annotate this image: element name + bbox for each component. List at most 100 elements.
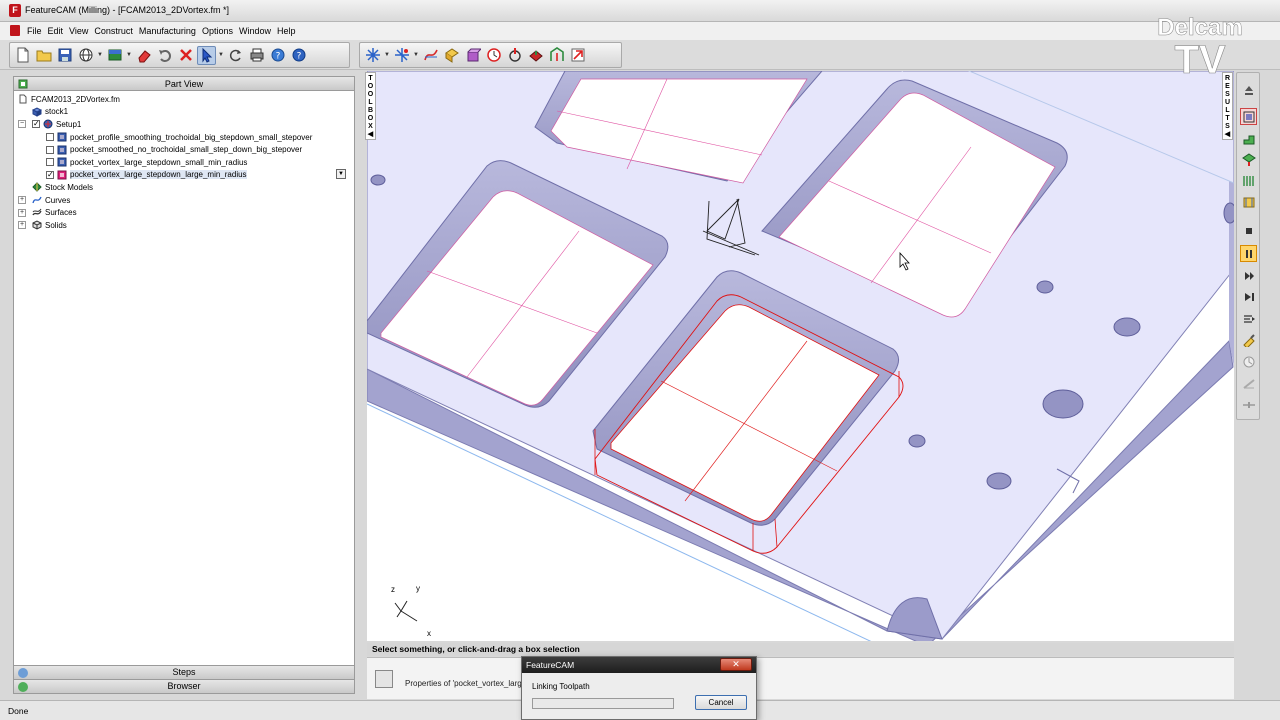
steps-icon <box>18 668 28 678</box>
steps-tab-label: Steps <box>172 667 196 677</box>
cancel-button[interactable]: Cancel <box>695 695 747 710</box>
tree-item-file[interactable]: FCAM2013_2DVortex.fm <box>16 93 352 106</box>
steps-tab[interactable]: Steps <box>14 665 354 679</box>
linking-toolpath-dialog: FeatureCAM ✕ Linking Toolpath Cancel <box>521 656 757 720</box>
feature-icon <box>57 145 67 155</box>
tree-item-solids[interactable]: + Solids <box>16 219 352 232</box>
stop-icon[interactable] <box>1240 222 1257 239</box>
dialog-close-button[interactable]: ✕ <box>720 658 752 671</box>
simulation-2d-icon[interactable] <box>1240 130 1257 147</box>
simulation-3d-icon[interactable] <box>1240 151 1257 168</box>
dialog-title: FeatureCAM <box>526 660 575 670</box>
speed-slider-icon[interactable] <box>1240 396 1257 413</box>
feature-wizard-dropdown-icon[interactable]: ▼ <box>413 46 419 65</box>
skip-end-icon[interactable] <box>1240 288 1257 305</box>
tree-item-setup[interactable]: − ✓ Setup1 <box>16 118 352 131</box>
part-model-view[interactable] <box>367 71 1234 641</box>
expand-icon[interactable]: + <box>18 221 26 230</box>
tool-icon[interactable] <box>1240 331 1257 348</box>
menu-bar: File Edit View Construct Manufacturing O… <box>0 22 1280 40</box>
tree-item-stock-models[interactable]: Stock Models <box>16 181 352 194</box>
globe-dropdown-icon[interactable]: ▼ <box>97 46 103 65</box>
properties-icon[interactable] <box>375 670 393 688</box>
save-icon[interactable] <box>55 46 74 65</box>
menu-construct[interactable]: Construct <box>91 26 136 36</box>
undo-icon[interactable] <box>155 46 174 65</box>
step-forward-icon[interactable] <box>1240 267 1257 284</box>
menu-manufacturing[interactable]: Manufacturing <box>136 26 199 36</box>
centerline-sim-icon[interactable] <box>1240 172 1257 189</box>
toolbox-label: T O O L B O X ◀ <box>367 75 374 138</box>
eraser-icon[interactable] <box>134 46 153 65</box>
centerline-icon[interactable] <box>505 46 524 65</box>
browser-icon <box>18 682 28 692</box>
toolbox-tab[interactable]: T O O L B O X ◀ <box>365 72 376 140</box>
collapse-icon[interactable]: − <box>18 120 26 129</box>
stock-icon[interactable] <box>105 46 124 65</box>
tree-item-surfaces[interactable]: + Surfaces <box>16 206 352 219</box>
export-icon[interactable] <box>568 46 587 65</box>
animate-icon[interactable] <box>484 46 503 65</box>
open-icon[interactable] <box>34 46 53 65</box>
properties-text[interactable]: Properties of 'pocket_vortex_large <box>405 679 526 688</box>
help-context-icon[interactable]: ? <box>268 46 287 65</box>
print-icon[interactable] <box>247 46 266 65</box>
toolpath-sim-icon[interactable] <box>1240 193 1257 210</box>
globe-icon[interactable] <box>76 46 95 65</box>
pause-icon[interactable] <box>1240 245 1257 262</box>
feature-icon <box>57 132 67 142</box>
curves-icon <box>32 196 42 204</box>
menu-help[interactable]: Help <box>274 26 299 36</box>
toolpath-icon[interactable] <box>547 46 566 65</box>
stock-dropdown-icon[interactable]: ▼ <box>126 46 132 65</box>
document-menu-icon[interactable] <box>10 25 20 36</box>
select-arrow-icon[interactable] <box>197 45 216 65</box>
feature-checkbox[interactable] <box>46 133 54 142</box>
cam-toolbar: ▼ ▼ <box>359 42 622 68</box>
feature-checkbox[interactable]: ✓ <box>46 170 54 179</box>
feature-checkbox[interactable] <box>46 145 54 154</box>
menu-file[interactable]: File <box>24 26 45 36</box>
wizard-icon[interactable] <box>363 46 382 65</box>
graphics-viewport[interactable]: z y x <box>367 71 1234 641</box>
feature-checkbox[interactable] <box>46 158 54 167</box>
feature-wizard-icon[interactable] <box>392 46 411 65</box>
feature-dropdown-icon[interactable]: ▼ <box>336 168 346 179</box>
featurecam-app-icon[interactable]: F <box>9 4 21 17</box>
results-tab[interactable]: R E S U L T S ◀ <box>1222 72 1233 140</box>
new-icon[interactable] <box>13 46 32 65</box>
delete-icon[interactable] <box>176 46 195 65</box>
rotate-icon[interactable] <box>226 46 245 65</box>
select-dropdown-icon[interactable]: ▼ <box>218 46 224 65</box>
feature-icon <box>57 157 67 167</box>
tree-item-feature-selected[interactable]: ✓ pocket_vortex_large_stepdown_large_min… <box>16 168 352 182</box>
tree-item-stock[interactable]: stock1 <box>16 106 352 119</box>
tree-item-feature[interactable]: pocket_vortex_large_stepdown_small_min_r… <box>16 156 352 169</box>
status-text: Done <box>8 706 29 716</box>
menu-window[interactable]: Window <box>236 26 274 36</box>
prompt-bar: Select something, or click-and-drag a bo… <box>367 643 1234 656</box>
pocket-icon[interactable] <box>442 46 461 65</box>
expand-icon[interactable]: + <box>18 196 26 205</box>
menu-options[interactable]: Options <box>199 26 236 36</box>
progress-bar <box>532 698 674 709</box>
show-stock-icon[interactable] <box>1240 108 1257 125</box>
solid-icon[interactable] <box>463 46 482 65</box>
tree-item-feature[interactable]: pocket_smoothed_no_trochoidal_small_step… <box>16 143 352 156</box>
menu-view[interactable]: View <box>66 26 91 36</box>
tree-item-label: pocket_vortex_large_stepdown_large_min_r… <box>70 170 247 180</box>
tree-item-feature[interactable]: pocket_profile_smoothing_trochoidal_big_… <box>16 131 352 144</box>
eject-icon[interactable] <box>1240 81 1257 98</box>
measure-icon[interactable] <box>1240 375 1257 392</box>
single-step-icon[interactable] <box>1240 310 1257 327</box>
browser-tab[interactable]: Browser <box>14 679 354 693</box>
gouge-check-icon[interactable] <box>1240 353 1257 370</box>
tree-item-curves[interactable]: + Curves <box>16 194 352 207</box>
curve-icon[interactable] <box>421 46 440 65</box>
setup-checkbox[interactable]: ✓ <box>32 120 40 129</box>
simulation-3d-icon[interactable] <box>526 46 545 65</box>
menu-edit[interactable]: Edit <box>45 26 67 36</box>
wizard-dropdown-icon[interactable]: ▼ <box>384 46 390 65</box>
help-icon[interactable]: ? <box>289 46 308 65</box>
expand-icon[interactable]: + <box>18 208 26 217</box>
